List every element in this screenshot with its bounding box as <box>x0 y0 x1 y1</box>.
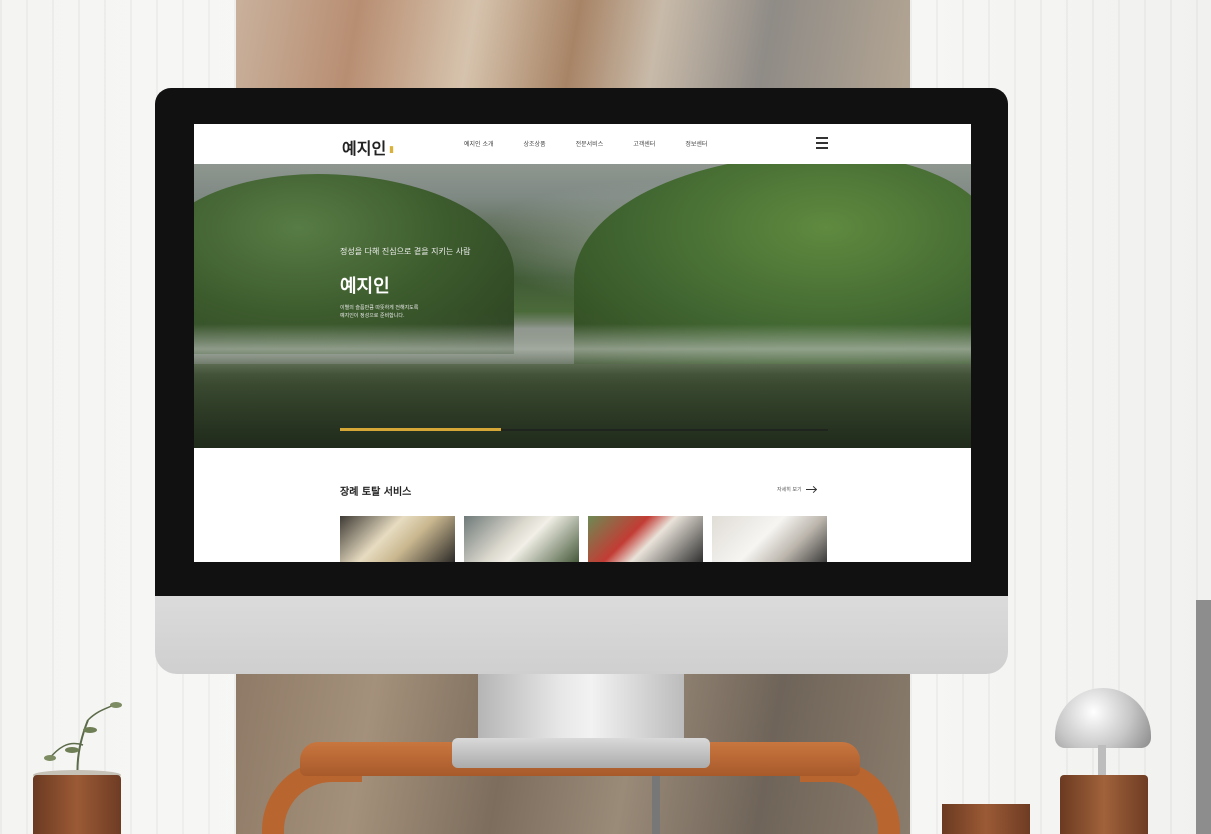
service-card[interactable] <box>712 516 827 562</box>
services-section: 장례 토탈 서비스 자세히 보기 <box>194 448 971 562</box>
hero-subtitle: 정성을 다해 진심으로 곁을 지키는 사람 <box>340 247 471 256</box>
site-logo[interactable]: 예지인 ▮ <box>342 135 394 159</box>
wooden-pot-left <box>33 775 121 834</box>
slide-progress-bar[interactable] <box>340 428 828 431</box>
wooden-pot-right <box>1060 775 1148 834</box>
hero-description-line: 예지인이 정성으로 준비합니다. <box>340 313 405 319</box>
service-card-list <box>340 516 827 562</box>
hero-description: 이별의 슬픔만큼 따뜻하게 전해지도록 예지인이 정성으로 준비합니다. <box>340 304 418 320</box>
arrow-right-icon <box>805 489 816 490</box>
services-more-label: 자세히 보기 <box>777 487 802 493</box>
door-edge <box>1196 600 1211 834</box>
site-logo-text: 예지인 <box>342 139 387 158</box>
site-header: 예지인 ▮ 예지인 소개 상조상품 전문서비스 고객센터 정보센터 <box>194 124 971 164</box>
plant-decoration <box>44 702 122 780</box>
hero-description-line: 이별의 슬픔만큼 따뜻하게 전해지도록 <box>340 305 419 311</box>
lamp-stem <box>1098 745 1106 777</box>
nav-item-support[interactable]: 고객센터 <box>633 139 655 148</box>
main-nav: 예지인 소개 상조상품 전문서비스 고객센터 정보센터 <box>464 139 707 148</box>
monitor-chin <box>155 590 1008 674</box>
service-card[interactable] <box>588 516 703 562</box>
stone-panel-top <box>236 0 910 92</box>
monitor-cable <box>652 776 660 834</box>
hamburger-menu-icon[interactable] <box>816 137 828 149</box>
hero-banner: 정성을 다해 진심으로 곁을 지키는 사람 예지인 이별의 슬픔만큼 따뜻하게 … <box>194 164 971 448</box>
nav-item-products[interactable]: 상조상품 <box>524 139 546 148</box>
monitor-stand-base <box>452 738 710 768</box>
services-title: 장례 토탈 서비스 <box>340 487 412 498</box>
monitor-stand-neck <box>478 672 684 742</box>
hero-title: 예지인 <box>340 276 390 297</box>
nav-item-services[interactable]: 전문서비스 <box>576 139 604 148</box>
monitor-screen: 예지인 ▮ 예지인 소개 상조상품 전문서비스 고객센터 정보센터 정성을 다해 … <box>194 124 971 562</box>
hero-lake <box>194 364 971 448</box>
logo-mark-icon: ▮ <box>389 144 395 155</box>
services-more-link[interactable]: 자세히 보기 <box>777 486 816 493</box>
nav-item-info[interactable]: 정보센터 <box>685 139 707 148</box>
slide-progress-fill <box>340 428 502 431</box>
wooden-pot-mid <box>942 804 1030 834</box>
service-card[interactable] <box>340 516 455 562</box>
nav-item-about[interactable]: 예지인 소개 <box>464 139 494 148</box>
service-card[interactable] <box>464 516 579 562</box>
